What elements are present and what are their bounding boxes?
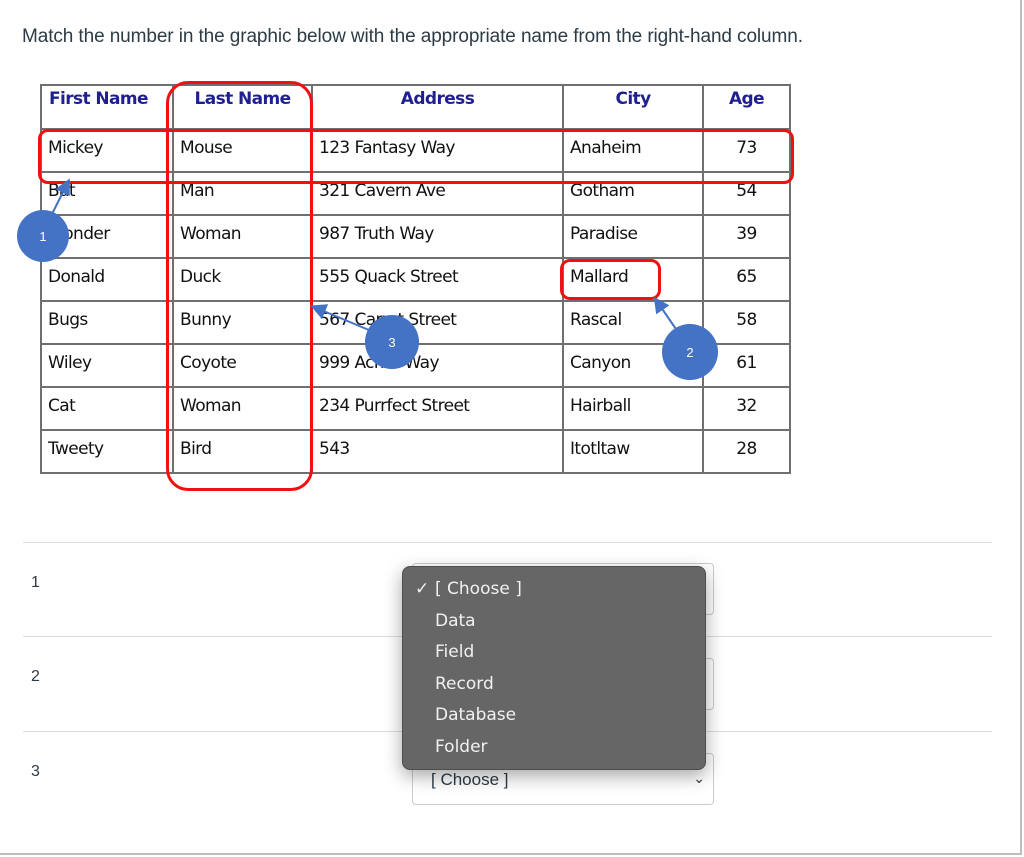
- cell-first-name: Donald: [40, 257, 174, 302]
- cell-age: 58: [702, 300, 791, 345]
- cell-address: 543: [311, 429, 564, 474]
- header-first-name: First Name: [40, 84, 174, 130]
- cell-address: 123 Fantasy Way: [311, 128, 564, 173]
- chevron-down-icon: ⌄: [693, 770, 705, 786]
- cell-address: 321 Cavern Ave: [311, 171, 564, 216]
- dropdown-option-label: Database: [435, 705, 517, 726]
- question-graphic: First Name Last Name Address City Age Mi…: [0, 0, 1024, 500]
- cell-city: Itotltaw: [562, 429, 704, 474]
- cell-address: 567 Carrot Street: [311, 300, 564, 345]
- dropdown-option-label: Field: [435, 642, 475, 663]
- dropdown-option-label: Folder: [435, 737, 488, 757]
- header-city: City: [562, 84, 704, 130]
- dropdown-option[interactable]: Database: [435, 705, 516, 725]
- dropdown-option[interactable]: Folder: [435, 737, 488, 757]
- cell-city: Mallard: [562, 257, 704, 302]
- cell-city: Hairball: [562, 386, 704, 431]
- table-row: Wonder Woman 987 Truth Way Paradise 39: [40, 214, 791, 259]
- cell-first-name: Wiley: [40, 343, 174, 388]
- cell-age: 65: [702, 257, 791, 302]
- cell-first-name: Bat: [40, 171, 174, 216]
- dropdown-option[interactable]: ✓[ Choose ]: [415, 579, 522, 599]
- cell-address: 234 Purrfect Street: [311, 386, 564, 431]
- cell-city: Gotham: [562, 171, 704, 216]
- table-row: Tweety Bird 543 Itotltaw 28: [40, 429, 791, 474]
- cell-age: 28: [702, 429, 791, 474]
- check-icon: ✓: [415, 579, 430, 599]
- cell-last-name: Bird: [172, 429, 313, 474]
- answer-select-3-value: [ Choose ]: [431, 770, 509, 789]
- cell-address: 555 Quack Street: [311, 257, 564, 302]
- table-row: Mickey Mouse 123 Fantasy Way Anaheim 73: [40, 128, 791, 173]
- cell-last-name: Duck: [172, 257, 313, 302]
- cell-age: 32: [702, 386, 791, 431]
- header-last-name: Last Name: [172, 84, 313, 130]
- cell-age: 73: [702, 128, 791, 173]
- separator: [23, 542, 992, 543]
- dropdown-option[interactable]: Data: [435, 611, 476, 631]
- table-row: Cat Woman 234 Purrfect Street Hairball 32: [40, 386, 791, 431]
- dropdown-option[interactable]: Record: [435, 674, 494, 694]
- dropdown-option[interactable]: Field: [435, 642, 474, 662]
- match-label-3: 3: [31, 763, 40, 780]
- cell-age: 39: [702, 214, 791, 259]
- table-row: Bat Man 321 Cavern Ave Gotham 54: [40, 171, 791, 216]
- cell-last-name: Coyote: [172, 343, 313, 388]
- header-address: Address: [311, 84, 564, 130]
- callout-badge-1: 1: [17, 210, 69, 262]
- header-age: Age: [702, 84, 791, 130]
- cell-last-name: Man: [172, 171, 313, 216]
- cell-last-name: Mouse: [172, 128, 313, 173]
- dropdown-menu: ✓[ Choose ] Data Field Record Database Folder: [402, 566, 706, 770]
- table-header-row: First Name Last Name Address City Age: [40, 84, 791, 130]
- callout-badge-3: 3: [365, 315, 419, 369]
- match-label-2: 2: [31, 668, 40, 685]
- match-label-1: 1: [31, 574, 40, 591]
- cell-address: 999 Acme Way: [311, 343, 564, 388]
- people-table: First Name Last Name Address City Age Mi…: [40, 84, 791, 474]
- cell-age: 54: [702, 171, 791, 216]
- cell-city: Paradise: [562, 214, 704, 259]
- cell-last-name: Woman: [172, 214, 313, 259]
- cell-city: Anaheim: [562, 128, 704, 173]
- cell-address: 987 Truth Way: [311, 214, 564, 259]
- table-row: Donald Duck 555 Quack Street Mallard 65: [40, 257, 791, 302]
- cell-first-name: Mickey: [40, 128, 174, 173]
- dropdown-option-label: Data: [435, 610, 476, 631]
- callout-badge-2: 2: [662, 324, 718, 380]
- dropdown-option-label: [ Choose ]: [435, 579, 522, 599]
- cell-first-name: Cat: [40, 386, 174, 431]
- cell-last-name: Woman: [172, 386, 313, 431]
- cell-first-name: Tweety: [40, 429, 174, 474]
- dropdown-option-label: Record: [435, 673, 494, 694]
- cell-last-name: Bunny: [172, 300, 313, 345]
- cell-first-name: Bugs: [40, 300, 174, 345]
